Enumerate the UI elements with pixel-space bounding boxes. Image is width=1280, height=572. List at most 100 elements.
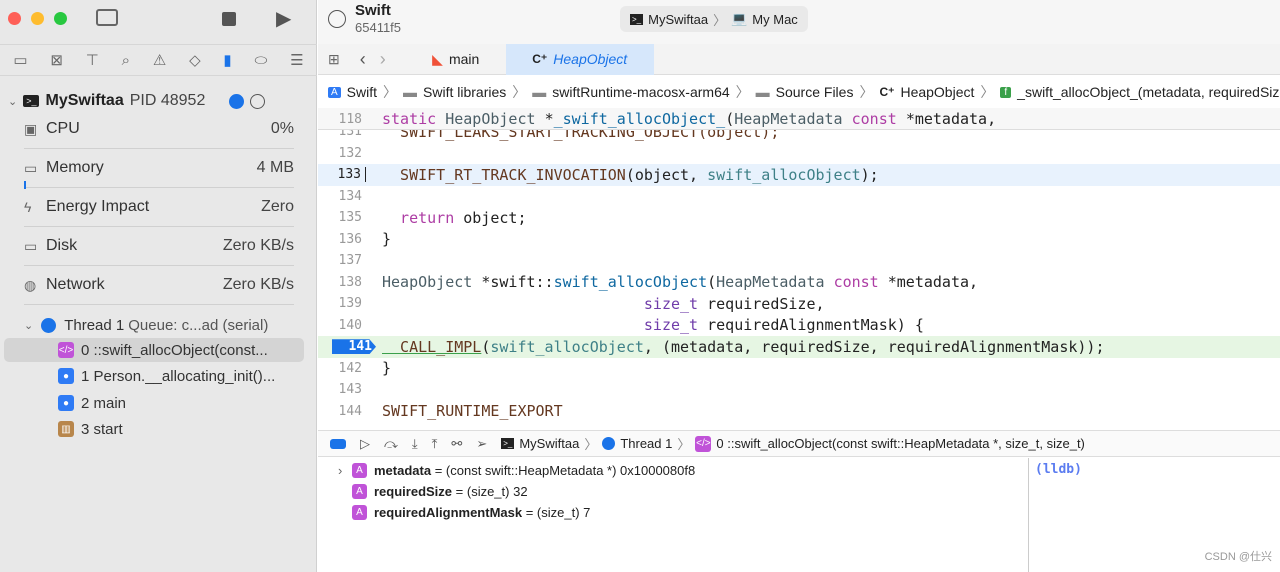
breadcrumb-item[interactable]: _swift_allocObject_(metadata, requiredSi… <box>1017 84 1280 100</box>
gauge-value: Zero KB/s <box>222 237 294 254</box>
thread-label: Thread 1 <box>64 316 125 334</box>
debug-target[interactable]: MySwiftaa <box>519 436 579 451</box>
step-over-icon[interactable]: ⤼ <box>384 436 398 452</box>
step-out-icon[interactable]: ⤒ <box>432 436 438 452</box>
code-editor[interactable]: 118 static HeapObject *_swift_allocObject… <box>318 108 1280 428</box>
frame-row[interactable]: ▥ 3 start <box>0 417 317 441</box>
variable-name: requiredSize <box>374 484 453 499</box>
gauge-cpu[interactable]: ▣ CPU 0% <box>24 110 294 149</box>
warning-icon[interactable]: ⚠ <box>153 51 166 69</box>
code-token: CALL_IMPL <box>382 337 482 356</box>
breadcrumb-item[interactable]: HeapObject <box>900 84 974 100</box>
line-number[interactable]: 137 <box>318 253 366 268</box>
code-line[interactable]: 118 static HeapObject *_swift_allocObject… <box>318 108 1280 130</box>
line-number[interactable]: 139 <box>318 296 366 311</box>
code-token: *swift:: <box>481 273 554 292</box>
tab-main[interactable]: ◣ main <box>406 44 506 75</box>
zoom-button[interactable] <box>54 12 67 25</box>
line-number[interactable]: 142 <box>318 361 366 376</box>
line-number[interactable]: 134 <box>318 189 366 204</box>
symbol-icon[interactable]: ⊤ <box>86 51 99 69</box>
line-number[interactable]: 144 <box>318 404 366 419</box>
chevron-down-icon[interactable]: ⌄ <box>24 319 33 332</box>
folder-icon[interactable]: ▭ <box>13 51 27 69</box>
line-number[interactable]: 136 <box>318 232 366 247</box>
scheme-name[interactable]: Swift <box>355 2 391 19</box>
search-icon[interactable]: ⌕ <box>122 52 130 69</box>
thread-row[interactable]: ⌄ Thread 1 Queue: c...ad (serial) <box>0 313 317 337</box>
breadcrumb-item[interactable]: Swift libraries <box>423 84 506 100</box>
navigator-tabs: ▭ ⊠ ⊤ ⌕ ⚠ ◇ ▮ ⬭ ☰ <box>0 44 317 76</box>
code-text: size_t requiredAlignmentMask) { <box>366 316 924 334</box>
frame-row[interactable]: ● 1 Person.__allocating_init()... <box>0 364 317 388</box>
run-icon[interactable]: ▶ <box>276 6 291 31</box>
stop-icon[interactable] <box>222 12 236 26</box>
close-button[interactable] <box>8 12 21 25</box>
code-line[interactable]: 138 HeapObject *swift::swift_allocObject(… <box>318 272 1280 294</box>
report-icon[interactable]: ☰ <box>290 51 303 69</box>
info-icon[interactable] <box>229 93 245 109</box>
disclosure-icon[interactable]: › <box>338 463 352 478</box>
gauge-network[interactable]: ◍ Network Zero KB/s <box>24 266 294 305</box>
process-row[interactable]: ⌄ >_ MySwiftaa PID 48952 <box>8 92 266 110</box>
variable-row[interactable]: ArequiredAlignmentMask = (size_t) 7 <box>318 502 1028 523</box>
line-number[interactable]: 143 <box>318 382 366 397</box>
debug-thread[interactable]: Thread 1 <box>620 436 672 451</box>
breakpoint-marker[interactable]: 141 <box>332 339 376 355</box>
tab-heapobject[interactable]: C⁺ HeapObject <box>505 43 654 75</box>
line-number[interactable]: 140 <box>318 318 366 333</box>
code-line[interactable]: 137 <box>318 250 1280 272</box>
line-number[interactable]: 135 <box>318 210 366 225</box>
tab-label: main <box>448 51 480 67</box>
code-line[interactable]: 136} <box>318 229 1280 251</box>
forward-icon[interactable]: › <box>380 49 386 70</box>
debug-frame[interactable]: 0 ::swift_allocObject(const swift::HeapM… <box>716 436 1085 451</box>
frame-row[interactable]: ● 2 main <box>0 391 317 415</box>
breadcrumb-item[interactable]: Swift <box>347 84 377 100</box>
minimize-button[interactable] <box>31 12 44 25</box>
frame-row[interactable]: </> 0 ::swift_allocObject(const... <box>4 338 304 362</box>
code-line[interactable]: 139 size_t requiredSize, <box>318 293 1280 315</box>
continue-icon[interactable]: ▷ <box>360 436 370 452</box>
source-control-icon[interactable]: ⊠ <box>50 51 63 69</box>
code-text: static HeapObject *_swift_allocObject_(H… <box>366 110 996 128</box>
run-destination[interactable]: >_ MySwiftaa 〉 💻 My Mac <box>620 6 808 32</box>
variable-row[interactable]: ArequiredSize = (size_t) 32 <box>318 481 1028 502</box>
code-line[interactable]: 133 SWIFT_RT_TRACK_INVOCATION(object, sw… <box>318 164 1280 186</box>
code-token: static <box>382 110 446 128</box>
location-icon[interactable]: ➢ <box>476 436 487 452</box>
code-line[interactable]: 132 <box>318 143 1280 165</box>
threads-icon[interactable] <box>250 93 266 109</box>
memory-graph-icon[interactable]: ⚯ <box>451 436 462 452</box>
line-number[interactable]: 132 <box>318 146 366 161</box>
sidebar-toggle-icon[interactable] <box>96 9 118 26</box>
code-line[interactable]: 143 <box>318 379 1280 401</box>
debug-icon[interactable]: ▮ <box>223 51 231 69</box>
gauge-disk[interactable]: ▭ Disk Zero KB/s <box>24 227 294 266</box>
line-number[interactable]: 118 <box>318 112 366 127</box>
gauge-label: CPU <box>46 120 80 137</box>
step-into-icon[interactable]: ⤓ <box>412 436 418 452</box>
variable-row[interactable]: › Ametadata = (const swift::HeapMetadata … <box>318 460 1028 481</box>
back-icon[interactable]: ‹ <box>360 49 366 70</box>
sticky-scope-header[interactable]: 118 static HeapObject *_swift_allocObject… <box>318 108 1280 130</box>
line-number[interactable]: 133 <box>318 167 366 183</box>
code-line[interactable]: 135 return object; <box>318 207 1280 229</box>
code-line[interactable]: 140 size_t requiredAlignmentMask) { <box>318 315 1280 337</box>
thread-icon <box>602 437 616 450</box>
toggle-debug-area-icon[interactable] <box>330 438 346 449</box>
grid-icon[interactable]: ⊞ <box>328 51 340 68</box>
code-line[interactable]: 144 SWIFT_RUNTIME_EXPORT <box>318 401 1280 423</box>
code-line[interactable]: 142} <box>318 358 1280 380</box>
test-icon[interactable]: ◇ <box>189 51 201 69</box>
breakpoint-icon[interactable]: ⬭ <box>254 52 267 69</box>
line-number[interactable]: 138 <box>318 275 366 290</box>
gauge-memory[interactable]: ▭ Memory 4 MB <box>24 149 294 189</box>
breadcrumb-item[interactable]: Source Files <box>776 84 854 100</box>
chevron-down-icon[interactable]: ⌄ <box>8 95 17 108</box>
code-line[interactable]: 134 <box>318 186 1280 208</box>
code-line[interactable]: 141 CALL_IMPL(swift_allocObject, (metada… <box>318 336 1280 358</box>
breadcrumb-item[interactable]: swiftRuntime-macosx-arm64 <box>552 84 729 100</box>
gauge-energy[interactable]: ϟ Energy Impact Zero <box>24 188 294 227</box>
breadcrumb: A Swift 〉 ▬ Swift libraries 〉 ▬ swiftRuntime-… <box>318 80 1280 104</box>
